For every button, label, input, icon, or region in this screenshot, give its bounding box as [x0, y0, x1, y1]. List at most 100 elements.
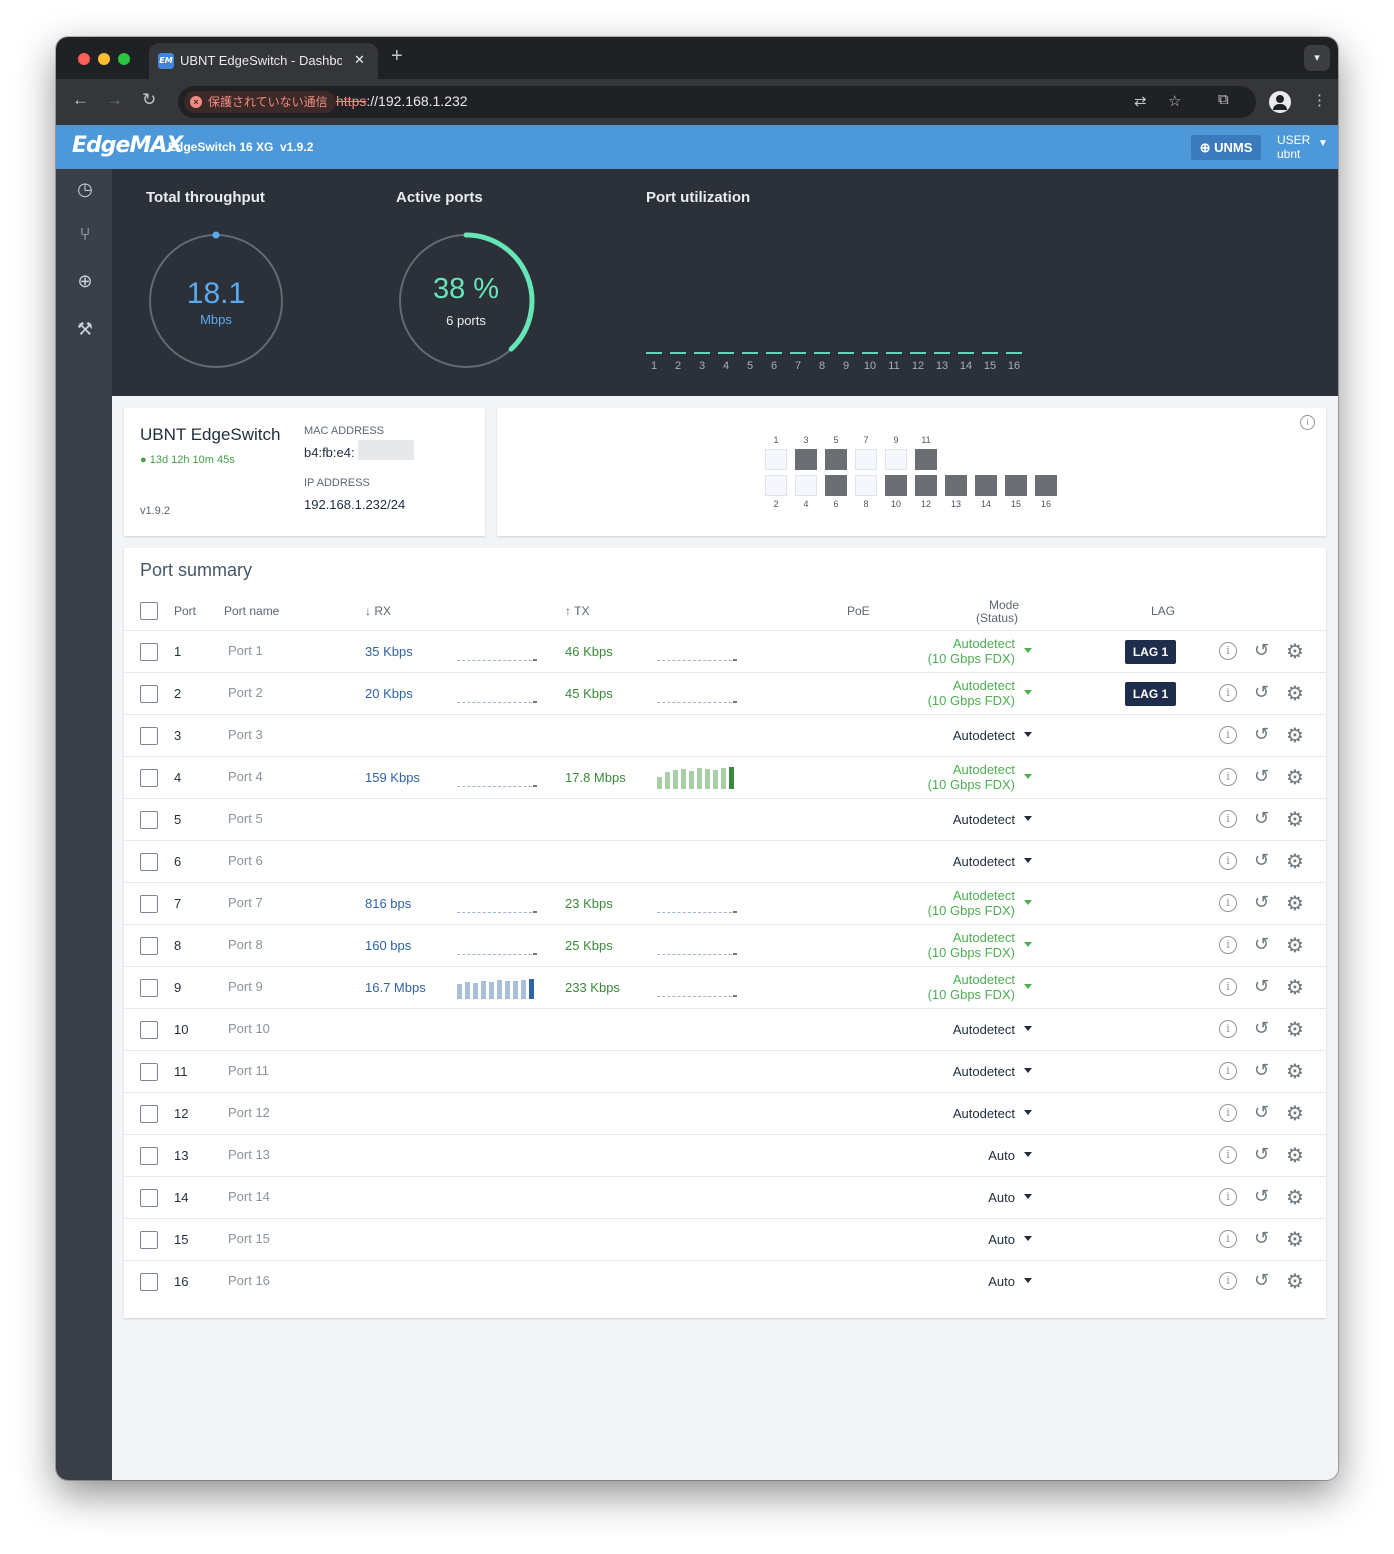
forward-icon[interactable]: →	[106, 90, 123, 110]
mode-select[interactable]: Autodetect (10 Gbps FDX)	[884, 678, 1015, 708]
switch-port[interactable]	[1005, 475, 1027, 496]
row-checkbox[interactable]	[140, 1147, 158, 1165]
table-row[interactable]: 9 Port 9 16.7 Mbps 233 Kbps Autodetect (10 Gb…	[124, 966, 1326, 1008]
mode-select[interactable]: Autodetect (10 Gbps FDX)	[884, 888, 1015, 918]
port-restart-icon[interactable]: ↺	[1254, 1060, 1269, 1081]
switch-port[interactable]	[1035, 475, 1057, 496]
network-globe-icon[interactable]: ⊕	[74, 271, 96, 293]
table-row[interactable]: 14 Port 14 Auto i ↺ ⚙	[124, 1176, 1326, 1218]
mode-select[interactable]: Autodetect	[884, 728, 1015, 743]
port-info-icon[interactable]: i	[1219, 936, 1237, 954]
table-row[interactable]: 15 Port 15 Auto i ↺ ⚙	[124, 1218, 1326, 1260]
switch-port[interactable]	[765, 475, 787, 496]
switch-port[interactable]	[885, 449, 907, 470]
switch-port[interactable]	[855, 449, 877, 470]
security-chip[interactable]: × 保護されていない通信	[184, 91, 336, 113]
port-settings-gear-icon[interactable]: ⚙	[1286, 975, 1304, 999]
mode-caret-icon[interactable]	[1024, 1026, 1032, 1031]
row-checkbox[interactable]	[140, 1189, 158, 1207]
tools-wrench-icon[interactable]: ⚒	[74, 319, 96, 341]
close-window-button[interactable]	[78, 53, 90, 65]
lag-badge[interactable]: LAG 1	[1125, 640, 1176, 664]
mode-select[interactable]: Autodetect	[884, 1022, 1015, 1037]
info-icon[interactable]: i	[1300, 415, 1315, 430]
row-checkbox[interactable]	[140, 853, 158, 871]
mode-caret-icon[interactable]	[1024, 942, 1032, 947]
port-restart-icon[interactable]: ↺	[1254, 1144, 1269, 1165]
mode-select[interactable]: Autodetect	[884, 812, 1015, 827]
port-restart-icon[interactable]: ↺	[1254, 934, 1269, 955]
url-text[interactable]: https://192.168.1.232	[336, 93, 468, 109]
port-settings-gear-icon[interactable]: ⚙	[1286, 1101, 1304, 1125]
port-settings-gear-icon[interactable]: ⚙	[1286, 933, 1304, 957]
mode-select[interactable]: Autodetect (10 Gbps FDX)	[884, 636, 1015, 666]
mode-caret-icon[interactable]	[1024, 1110, 1032, 1115]
lag-badge[interactable]: LAG 1	[1125, 682, 1176, 706]
port-restart-icon[interactable]: ↺	[1254, 1018, 1269, 1039]
switch-port[interactable]	[825, 475, 847, 496]
col-poe[interactable]: PoE	[847, 605, 870, 618]
switch-port[interactable]	[765, 449, 787, 470]
ports-fork-icon[interactable]: ⑂	[74, 224, 96, 246]
port-info-icon[interactable]: i	[1219, 894, 1237, 912]
port-restart-icon[interactable]: ↺	[1254, 850, 1269, 871]
mode-select[interactable]: Auto	[884, 1232, 1015, 1247]
mode-select[interactable]: Autodetect	[884, 854, 1015, 869]
mode-caret-icon[interactable]	[1024, 690, 1032, 695]
port-settings-gear-icon[interactable]: ⚙	[1286, 849, 1304, 873]
port-settings-gear-icon[interactable]: ⚙	[1286, 639, 1304, 663]
port-settings-gear-icon[interactable]: ⚙	[1286, 765, 1304, 789]
col-rx[interactable]: ↓ RX	[365, 605, 391, 618]
table-row[interactable]: 5 Port 5 Autodetect i ↺ ⚙	[124, 798, 1326, 840]
port-info-icon[interactable]: i	[1219, 810, 1237, 828]
switch-port[interactable]	[855, 475, 877, 496]
row-checkbox[interactable]	[140, 643, 158, 661]
mode-caret-icon[interactable]	[1024, 1278, 1032, 1283]
table-row[interactable]: 13 Port 13 Auto i ↺ ⚙	[124, 1134, 1326, 1176]
mode-caret-icon[interactable]	[1024, 900, 1032, 905]
port-settings-gear-icon[interactable]: ⚙	[1286, 1143, 1304, 1167]
mode-select[interactable]: Autodetect	[884, 1064, 1015, 1079]
mode-select[interactable]: Autodetect	[884, 1106, 1015, 1121]
port-restart-icon[interactable]: ↺	[1254, 1228, 1269, 1249]
col-tx[interactable]: ↑ TX	[565, 605, 589, 618]
mode-caret-icon[interactable]	[1024, 774, 1032, 779]
mode-select[interactable]: Auto	[884, 1148, 1015, 1163]
row-checkbox[interactable]	[140, 727, 158, 745]
switch-port[interactable]	[945, 475, 967, 496]
port-info-icon[interactable]: i	[1219, 1020, 1237, 1038]
port-info-icon[interactable]: i	[1219, 1104, 1237, 1122]
mode-caret-icon[interactable]	[1024, 858, 1032, 863]
port-settings-gear-icon[interactable]: ⚙	[1286, 1185, 1304, 1209]
table-row[interactable]: 12 Port 12 Autodetect i ↺ ⚙	[124, 1092, 1326, 1134]
mode-caret-icon[interactable]	[1024, 1194, 1032, 1199]
port-settings-gear-icon[interactable]: ⚙	[1286, 1227, 1304, 1251]
table-row[interactable]: 11 Port 11 Autodetect i ↺ ⚙	[124, 1050, 1326, 1092]
port-settings-gear-icon[interactable]: ⚙	[1286, 1017, 1304, 1041]
switch-port[interactable]	[795, 449, 817, 470]
mode-select[interactable]: Autodetect (10 Gbps FDX)	[884, 930, 1015, 960]
port-info-icon[interactable]: i	[1219, 768, 1237, 786]
port-restart-icon[interactable]: ↺	[1254, 808, 1269, 829]
port-restart-icon[interactable]: ↺	[1254, 1102, 1269, 1123]
user-menu[interactable]: USER ubnt	[1277, 133, 1310, 161]
port-restart-icon[interactable]: ↺	[1254, 1186, 1269, 1207]
port-settings-gear-icon[interactable]: ⚙	[1286, 1059, 1304, 1083]
address-bar[interactable]: × 保護されていない通信 https://192.168.1.232 ⇄ ☆	[178, 86, 1256, 118]
mode-caret-icon[interactable]	[1024, 1068, 1032, 1073]
table-row[interactable]: 8 Port 8 160 bps 25 Kbps Autodetect (10 Gbps …	[124, 924, 1326, 966]
table-row[interactable]: 7 Port 7 816 bps 23 Kbps Autodetect (10 Gbps …	[124, 882, 1326, 924]
switch-port[interactable]	[885, 475, 907, 496]
row-checkbox[interactable]	[140, 685, 158, 703]
dashboard-gauge-icon[interactable]: ◷	[74, 179, 96, 201]
port-restart-icon[interactable]: ↺	[1254, 640, 1269, 661]
mode-select[interactable]: Autodetect (10 Gbps FDX)	[884, 762, 1015, 792]
port-restart-icon[interactable]: ↺	[1254, 976, 1269, 997]
col-port-name[interactable]: Port name	[224, 605, 279, 618]
port-info-icon[interactable]: i	[1219, 1230, 1237, 1248]
port-info-icon[interactable]: i	[1219, 978, 1237, 996]
user-caret-icon[interactable]: ▼	[1318, 138, 1328, 149]
port-info-icon[interactable]: i	[1219, 1146, 1237, 1164]
menu-kebab-icon[interactable]: ⋮	[1312, 91, 1327, 109]
row-checkbox[interactable]	[140, 1021, 158, 1039]
